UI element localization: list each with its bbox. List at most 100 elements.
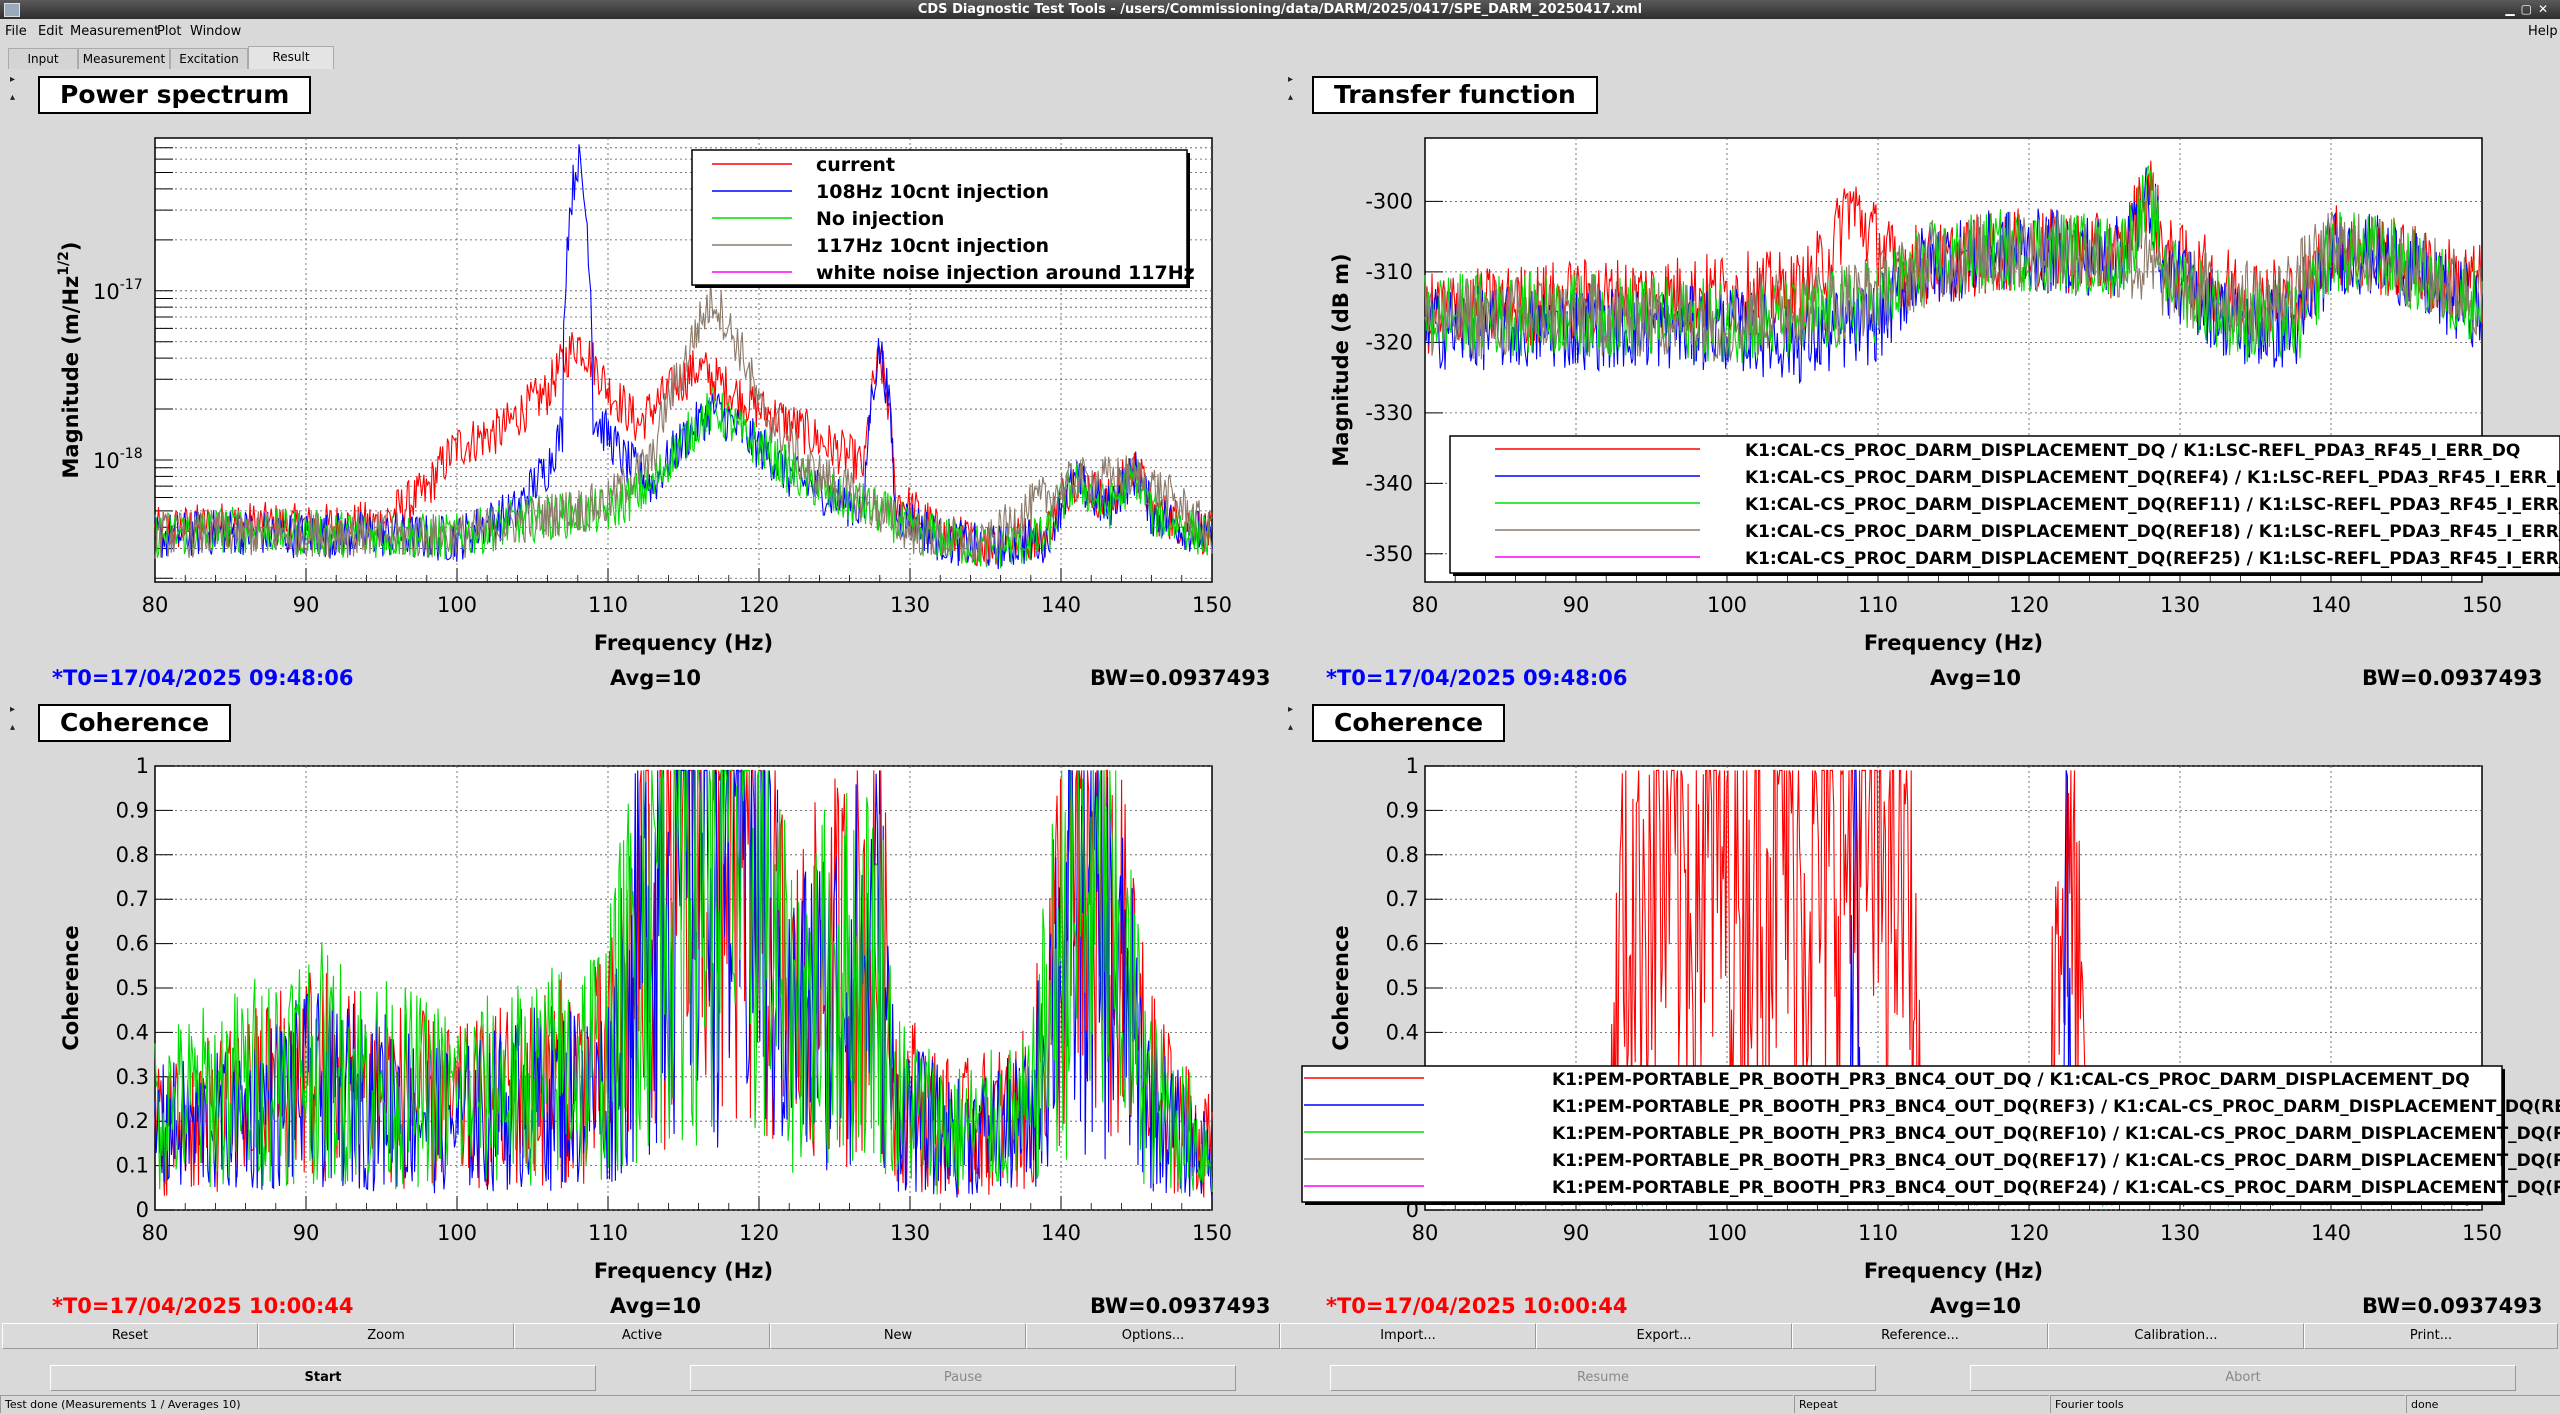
bw-label: BW=0.0937493 [2362,666,2543,690]
legend-entry: K1:PEM-PORTABLE_PR_BOOTH_PR3_BNC4_OUT_DQ… [1552,1178,2560,1198]
x-tick-label: 90 [293,1221,320,1245]
start-button[interactable]: Start [50,1365,596,1391]
window-controls[interactable]: ▁▢✕ [2505,0,2554,19]
menu-plot[interactable]: Plot [157,24,182,39]
transfer-function-panel[interactable]: ▸ ▴ Transfer function 80 90 100 110 120 130 14… [1280,70,2560,700]
coherence-right-plot[interactable]: 8090100110120130140150Frequency (Hz)00.1… [1280,700,2560,1320]
x-tick-label: 120 [2009,593,2049,617]
coherence-left-panel[interactable]: ▸ ▴ Coherence 80 90 100 110 120 130 140 150 Freq… [0,700,1280,1320]
y-tick-label: 1 [1406,754,1419,778]
menu-file[interactable]: File [5,24,27,39]
import-button[interactable]: Import... [1280,1323,1536,1349]
x-tick-label: 140 [2311,1221,2351,1245]
bw-label: BW=0.0937493 [2362,1294,2543,1318]
y-tick-label: 0.6 [116,932,149,956]
y-axis-label-exponent: 1/2 [56,251,72,276]
pause-button[interactable]: Pause [690,1365,1236,1391]
y-tick-exponent: -18 [120,446,143,462]
x-tick-label: 100 [437,593,477,617]
x-tick-label: 130 [890,593,930,617]
t0-label: *T0=17/04/2025 10:00:44 [1326,1294,1628,1318]
x-tick-label: 80 [1412,593,1439,617]
x-tick-label: 90 [1563,1221,1590,1245]
coherence-right-panel[interactable]: ▸ ▴ Coherence 80 90 100 110 120 130 140 150 Freq… [1280,700,2560,1320]
x-tick-label: 100 [1707,1221,1747,1245]
t0-label: *T0=17/04/2025 09:48:06 [1326,666,1628,690]
transfer-function-plot[interactable]: 80 90 100 110 120 130 140 150 Frequency (Hz) -300… [1280,70,2560,700]
x-tick-label: 120 [739,1221,779,1245]
menu-window[interactable]: Window [190,24,241,39]
app-icon [4,3,20,17]
x-tick-label: 130 [2160,593,2200,617]
window-titlebar: CDS Diagnostic Test Tools - /users/Commi… [0,0,2560,19]
legend-entry: K1:PEM-PORTABLE_PR_BOOTH_PR3_BNC4_OUT_DQ… [1552,1151,2560,1171]
avg-label: Avg=10 [1930,1294,2022,1318]
calibration-button[interactable]: Calibration... [2048,1323,2304,1349]
zoom-button[interactable]: Zoom [258,1323,514,1349]
bw-label: BW=0.0937493 [1090,666,1271,690]
avg-label: Avg=10 [1930,666,2022,690]
x-tick-label: 150 [1192,1221,1232,1245]
abort-button[interactable]: Abort [1970,1365,2516,1391]
x-tick-label: 150 [2462,593,2502,617]
y-tick-label: -320 [1365,330,1413,354]
tab-excitation[interactable]: Excitation [170,48,248,69]
legend-entry: K1:PEM-PORTABLE_PR_BOOTH_PR3_BNC4_OUT_DQ… [1552,1124,2560,1144]
x-tick-label: 90 [293,593,320,617]
y-tick-label: 0.1 [116,1154,149,1178]
resume-button[interactable]: Resume [1330,1365,1876,1391]
y-tick-label: 0.7 [1386,887,1419,911]
y-tick-exponent: -17 [120,277,143,293]
x-tick-label: 80 [142,1221,169,1245]
legend-entry: white noise injection around 117Hz [816,262,1195,284]
reset-button[interactable]: Reset [2,1323,258,1349]
active-button[interactable]: Active [514,1323,770,1349]
power-spectrum-panel[interactable]: ▸ ▴ Power spectrum 80 90 100 110 120 130 140 15… [0,70,1280,700]
y-tick-label: 0.5 [1386,976,1419,1000]
y-tick-label: 0.5 [116,976,149,1000]
export-button[interactable]: Export... [1536,1323,1792,1349]
new-button[interactable]: New [770,1323,1026,1349]
y-tick-label: 1 [136,754,149,778]
y-axis-label: Magnitude (m/Hz1/2) [56,242,83,479]
x-tick-label: 110 [1858,593,1898,617]
y-tick-label: -330 [1365,401,1413,425]
legend-entry: K1:CAL-CS_PROC_DARM_DISPLACEMENT_DQ / K1… [1745,441,2520,461]
coherence-left-plot[interactable]: 80 90 100 110 120 130 140 150 Frequency (Hz) 0 0.1… [0,700,1280,1320]
legend-entry: K1:CAL-CS_PROC_DARM_DISPLACEMENT_DQ(REF4… [1745,468,2560,488]
x-tick-label: 100 [437,1221,477,1245]
power-spectrum-plot[interactable]: 80 90 100 110 120 130 140 150 Frequency (Hz) 10-1… [0,70,1280,700]
tab-input[interactable]: Input [8,48,78,69]
y-axis-label: Coherence [1329,925,1353,1050]
y-tick-label: 0.7 [116,887,149,911]
y-axis-label-close: ) [59,242,83,252]
x-tick-label: 120 [2009,1221,2049,1245]
y-tick-label: 0.4 [116,1020,149,1044]
y-tick-label: 0 [136,1198,149,1222]
options-button[interactable]: Options... [1026,1323,1280,1349]
status-bar: Test done (Measurements 1 / Averages 10)… [0,1395,2560,1414]
x-tick-label: 80 [142,593,169,617]
t0-label: *T0=17/04/2025 09:48:06 [52,666,354,690]
y-axis-label: Magnitude (dB m) [1329,253,1353,466]
tab-measurement[interactable]: Measurement [78,48,170,69]
menu-help[interactable]: Help [2528,24,2558,39]
y-tick-label: 0.2 [116,1109,149,1133]
tab-result[interactable]: Result [248,46,334,69]
legend-entry: No injection [816,208,944,230]
menu-edit[interactable]: Edit [38,24,63,39]
y-tick-label: -300 [1365,189,1413,213]
y-tick-label: 0.9 [116,798,149,822]
print-button[interactable]: Print... [2304,1323,2558,1349]
reference-button[interactable]: Reference... [1792,1323,2048,1349]
x-tick-label: 80 [1412,1221,1439,1245]
status-state: done [2406,1395,2560,1413]
status-repeat: Repeat [1794,1395,2049,1413]
legend-entry: K1:CAL-CS_PROC_DARM_DISPLACEMENT_DQ(REF1… [1745,522,2560,542]
avg-label: Avg=10 [610,666,702,690]
x-tick-label: 110 [588,593,628,617]
plot-button-row: Reset Zoom Active New Options... Import.… [0,1323,2560,1350]
legend-entry: K1:CAL-CS_PROC_DARM_DISPLACEMENT_DQ(REF1… [1745,495,2560,515]
menu-measurement[interactable]: Measurement [70,24,159,39]
x-axis-label: Frequency (Hz) [1864,1259,2043,1283]
